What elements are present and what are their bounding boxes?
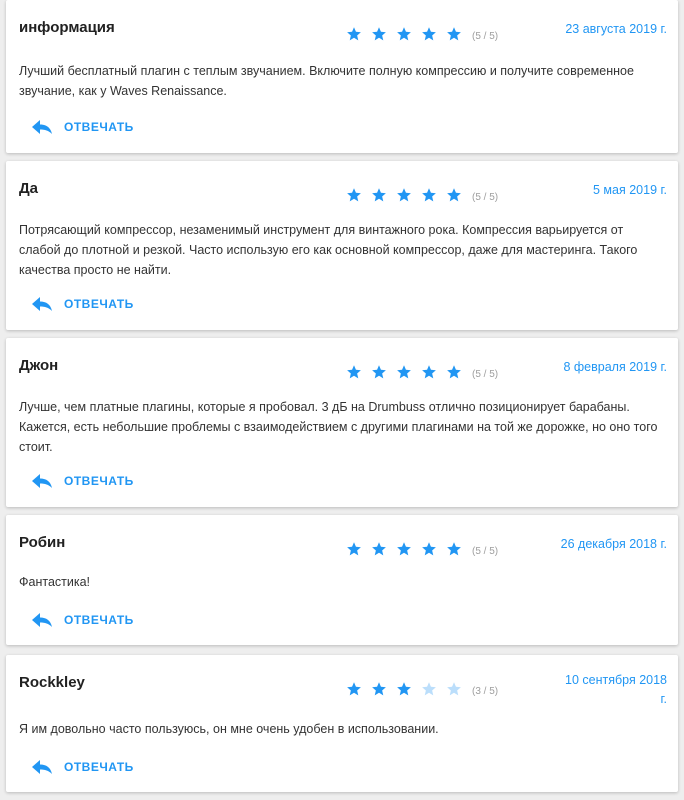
rating-score: (5 / 5) [472,30,499,42]
reply-label: ОТВЕЧАТЬ [64,613,134,627]
star-filled-icon [422,542,436,556]
star-rating [346,681,471,697]
star-filled-icon [447,188,461,202]
review-author: Rockkley [19,674,85,691]
review-text: Фантастика! [19,575,91,589]
star-filled-icon [422,27,436,41]
reply-icon [32,474,52,488]
review-card: информация (5 / 5) 23 августа 2019 г. Лу… [6,0,678,153]
reply-label: ОТВЕЧАТЬ [64,297,134,311]
reply-label: ОТВЕЧАТЬ [64,474,134,488]
star-rating [346,26,471,42]
reply-icon [32,297,52,311]
review-date: 23 августа 2019 г. [565,22,667,36]
review-author: Робин [19,534,66,551]
star-filled-icon [372,365,386,379]
review-text: Я им довольно часто пользуюсь, он мне оч… [19,722,439,736]
star-empty-icon [422,682,436,696]
rating-score: (5 / 5) [472,545,499,557]
star-filled-icon [347,188,361,202]
star-filled-icon [447,542,461,556]
review-card: Джон (5 / 5) 8 февраля 2019 г. Лучше, че… [6,338,678,507]
reply-icon [32,760,52,774]
star-filled-icon [347,542,361,556]
star-filled-icon [372,188,386,202]
reply-button[interactable]: ОТВЕЧАТЬ [32,474,134,488]
star-filled-icon [347,27,361,41]
review-rating: (5 / 5) [346,26,498,42]
star-filled-icon [447,365,461,379]
review-card: Робин (5 / 5) 26 декабря 2018 г. Фантаст… [6,515,678,645]
star-filled-icon [397,188,411,202]
star-rating [346,187,471,203]
star-filled-icon [397,542,411,556]
review-date: 26 декабря 2018 г. [560,537,667,551]
star-filled-icon [347,365,361,379]
star-filled-icon [422,365,436,379]
reply-label: ОТВЕЧАТЬ [64,120,134,134]
star-filled-icon [397,682,411,696]
review-author: Да [19,180,39,197]
review-rating: (5 / 5) [346,364,498,380]
review-author: Джон [19,357,59,374]
star-rating [346,364,471,380]
star-filled-icon [372,542,386,556]
rating-score: (3 / 5) [472,685,499,697]
review-rating: (5 / 5) [346,187,498,203]
review-card: Rockkley (3 / 5) 10 сентября 2018 г. Я и… [6,655,678,792]
review-rating: (5 / 5) [346,541,498,557]
rating-score: (5 / 5) [472,191,499,203]
reply-icon [32,613,52,627]
star-filled-icon [347,682,361,696]
star-empty-icon [447,682,461,696]
review-text: Лучший бесплатный плагин с теплым звучан… [19,64,634,98]
star-filled-icon [422,188,436,202]
star-filled-icon [372,27,386,41]
star-filled-icon [397,27,411,41]
reply-button[interactable]: ОТВЕЧАТЬ [32,120,134,134]
rating-score: (5 / 5) [472,368,499,380]
review-date: 8 февраля 2019 г. [563,360,667,374]
review-author: информация [19,19,115,36]
reply-button[interactable]: ОТВЕЧАТЬ [32,297,134,311]
reply-button[interactable]: ОТВЕЧАТЬ [32,760,134,774]
review-date: 5 мая 2019 г. [593,183,667,197]
review-rating: (3 / 5) [346,681,498,697]
star-filled-icon [397,365,411,379]
reply-label: ОТВЕЧАТЬ [64,760,134,774]
reply-button[interactable]: ОТВЕЧАТЬ [32,613,134,627]
review-text: Потрясающий компрессор, незаменимый инст… [19,223,638,277]
review-text: Лучше, чем платные плагины, которые я пр… [19,400,658,454]
review-date: 10 сентября 2018 г. [565,673,667,706]
star-filled-icon [372,682,386,696]
star-filled-icon [447,27,461,41]
star-rating [346,541,471,557]
review-card: Да (5 / 5) 5 мая 2019 г. Потрясающий ком… [6,161,678,330]
reply-icon [32,120,52,134]
